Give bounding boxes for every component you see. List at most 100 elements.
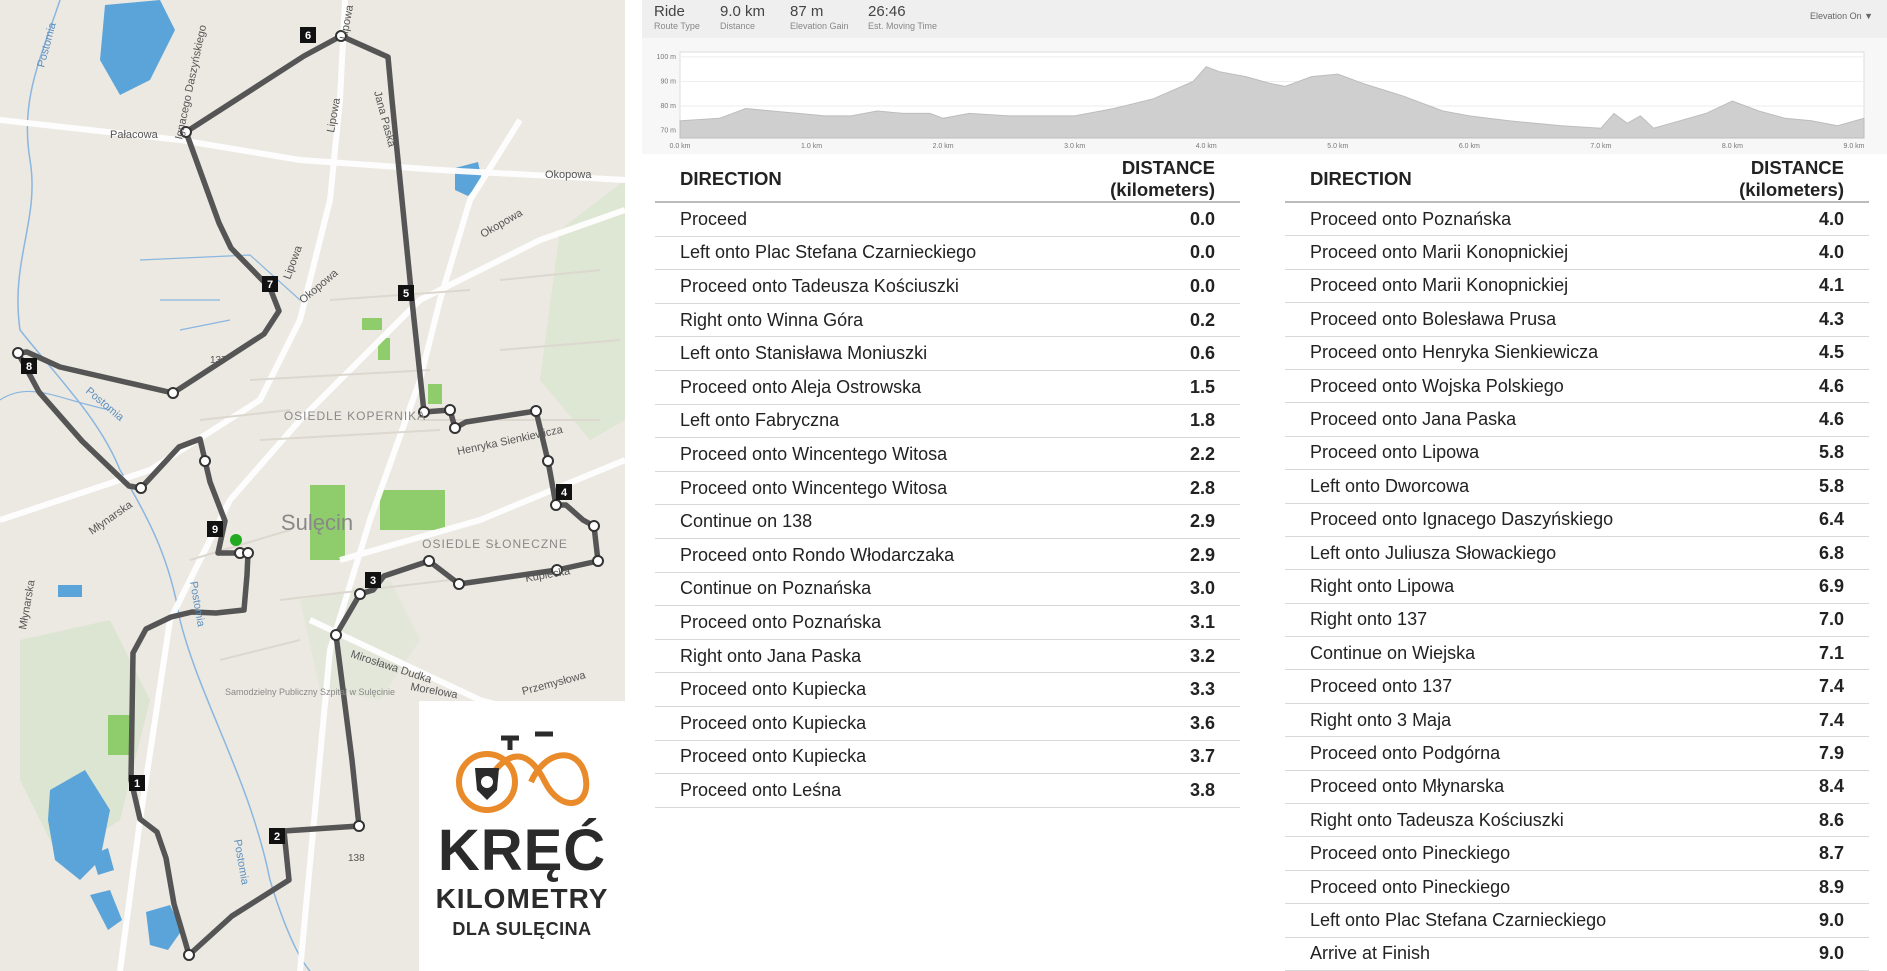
direction-cell: Proceed onto Pineckiego: [1285, 870, 1639, 905]
table-row: Proceed onto Lipowa 5.8: [1285, 436, 1869, 471]
direction-cell: Proceed onto Rondo Włodarczaka: [655, 538, 1002, 573]
place-label: OSIEDLE SŁONECZNE: [422, 537, 568, 551]
distance-cell: 4.0: [1638, 202, 1869, 237]
table-header: DIRECTION DISTANCE (kilometers): [655, 157, 1240, 203]
distance-cell: 1.5: [1001, 370, 1240, 405]
distance-cell: 3.6: [1001, 706, 1240, 741]
distance-cell: 7.9: [1638, 736, 1869, 771]
pond-west: [58, 585, 82, 597]
y-tick-label: 90 m: [660, 78, 676, 85]
direction-cell: Proceed onto Kupiecka: [655, 706, 1002, 741]
direction-header: DIRECTION: [1285, 157, 1639, 203]
table-row: Proceed onto Młynarska 8.4: [1285, 770, 1869, 805]
distance-cell: 7.0: [1638, 603, 1869, 638]
direction-cell: Proceed onto Wincentego Witosa: [655, 471, 1002, 506]
svg-text:4: 4: [561, 487, 568, 499]
table-row: Proceed onto Pineckiego 8.7: [1285, 836, 1869, 871]
direction-cell: Right onto Tadeusza Kościuszki: [1285, 803, 1639, 838]
direction-cell: Right onto Lipowa: [1285, 569, 1639, 604]
x-tick-label: 4.0 km: [1196, 143, 1217, 150]
distance-cell: 2.2: [1001, 437, 1240, 472]
direction-cell: Left onto Juliusza Słowackiego: [1285, 536, 1639, 571]
table-row: Left onto Stanisława Moniuszki 0.6: [655, 336, 1240, 371]
distance-cell: 7.4: [1638, 669, 1869, 704]
table-row: Continue on 138 2.9: [655, 504, 1240, 539]
directions-table-left: DIRECTION DISTANCE (kilometers) Proceed 0…: [655, 157, 1240, 808]
x-tick-label: 8.0 km: [1722, 143, 1743, 150]
route-marker-9[interactable]: 9: [207, 521, 223, 537]
table-row: Proceed onto Henryka Sienkiewicza 4.5: [1285, 336, 1869, 370]
direction-cell: Left onto Plac Stefana Czarnieckiego: [655, 236, 1002, 271]
table-row: Proceed onto Tadeusza Kościuszki 0.0: [655, 269, 1240, 304]
table-row: Proceed onto Kupiecka 3.6: [655, 706, 1240, 741]
distance-cell: 4.6: [1638, 369, 1869, 404]
svg-text:6: 6: [305, 30, 311, 42]
distance-cell: 0.6: [1001, 336, 1240, 371]
route-marker-3[interactable]: 3: [365, 572, 381, 588]
table-row: Proceed onto Pineckiego 8.9: [1285, 870, 1869, 905]
table-row: Proceed onto Aleja Ostrowska 1.5: [655, 370, 1240, 405]
direction-cell: Left onto Dworcowa: [1285, 469, 1639, 504]
stat-distance: 9.0 km Distance: [720, 3, 766, 31]
road-label: 137: [210, 355, 227, 366]
route-marker-8[interactable]: 8: [21, 358, 37, 374]
route-marker-1[interactable]: 1: [129, 775, 145, 791]
elevation-profile[interactable]: 100 m 90 m 80 m 70 m 0.0 km 1.0 km 2.0 km 3.0 …: [642, 38, 1887, 154]
x-tick-label: 9.0 km: [1843, 143, 1864, 150]
table-row: Right onto 137 7.0: [1285, 603, 1869, 638]
direction-cell: Proceed onto Jana Paska: [1285, 402, 1639, 437]
x-tick-label: 7.0 km: [1590, 143, 1611, 150]
logo-subtitle-2: DLA SULĘCINA: [452, 919, 592, 939]
table-row: Proceed onto Marii Konopnickiej 4.0: [1285, 235, 1869, 270]
svg-text:1: 1: [134, 778, 140, 790]
distance-cell: 1.8: [1001, 404, 1240, 439]
distance-cell: 5.8: [1638, 436, 1869, 471]
table-row: Left onto Dworcowa 5.8: [1285, 469, 1869, 504]
distance-cell: 3.8: [1001, 773, 1240, 808]
table-row: Continue on Poznańska 3.0: [655, 572, 1240, 607]
x-tick-label: 1.0 km: [801, 143, 822, 150]
distance-header: DISTANCE (kilometers): [1638, 157, 1869, 203]
direction-cell: Right onto 3 Maja: [1285, 703, 1639, 738]
table-row: Right onto Jana Paska 3.2: [655, 639, 1240, 674]
table-row: Proceed onto Jana Paska 4.6: [1285, 402, 1869, 437]
distance-cell: 0.0: [1001, 269, 1240, 304]
direction-cell: Left onto Plac Stefana Czarnieckiego: [1285, 903, 1639, 938]
road-label: 138: [348, 853, 365, 864]
table-row: Proceed onto Kupiecka 3.7: [655, 740, 1240, 775]
distance-cell: 9.0: [1638, 903, 1869, 938]
stat-elevation-gain: 87 m Elevation Gain: [790, 3, 849, 31]
route-marker-2[interactable]: 2: [269, 828, 285, 844]
y-tick-label: 70 m: [660, 128, 676, 135]
elevation-toggle[interactable]: Elevation On ▼: [1810, 11, 1873, 21]
table-row: Left onto Plac Stefana Czarnieckiego 9.0: [1285, 903, 1869, 938]
table-row: Left onto Plac Stefana Czarnieckiego 0.0: [655, 236, 1240, 271]
table-row: Right onto Lipowa 6.9: [1285, 569, 1869, 604]
route-marker-7[interactable]: 7: [262, 276, 278, 292]
distance-cell: 8.9: [1638, 870, 1869, 905]
direction-cell: Left onto Stanisława Moniuszki: [655, 336, 1002, 371]
y-tick-label: 80 m: [660, 103, 676, 110]
direction-cell: Right onto Jana Paska: [655, 639, 1002, 674]
table-row: Proceed onto Bolesława Prusa 4.3: [1285, 302, 1869, 337]
distance-header: DISTANCE (kilometers): [1001, 157, 1240, 203]
distance-cell: 3.7: [1001, 740, 1240, 775]
direction-cell: Continue on 138: [655, 504, 1002, 539]
direction-cell: Proceed onto Marii Konopnickiej: [1285, 235, 1639, 270]
direction-cell: Left onto Fabryczna: [655, 404, 1002, 439]
direction-cell: Proceed onto Wojska Polskiego: [1285, 369, 1639, 404]
table-row: Proceed 0.0: [655, 202, 1240, 237]
start-marker[interactable]: [230, 534, 242, 546]
route-marker-5[interactable]: 5: [398, 285, 414, 301]
distance-cell: 8.7: [1638, 836, 1869, 871]
logo-title: KRĘĆ: [437, 818, 607, 883]
distance-cell: 4.1: [1638, 269, 1869, 304]
route-marker-4[interactable]: 4: [556, 484, 572, 500]
place-label: Samodzielny Publiczny Szpital w Sulęcini…: [225, 687, 395, 697]
direction-cell: Proceed onto Podgórna: [1285, 736, 1639, 771]
distance-cell: 9.0: [1638, 937, 1869, 971]
distance-cell: 4.0: [1638, 235, 1869, 270]
distance-cell: 0.0: [1001, 236, 1240, 271]
route-marker-6[interactable]: 6: [300, 27, 316, 43]
distance-cell: 0.2: [1001, 303, 1240, 338]
